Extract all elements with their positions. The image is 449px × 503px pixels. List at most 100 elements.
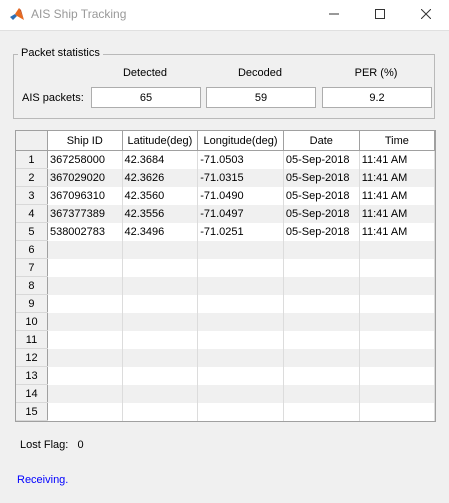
longitude-cell[interactable]: -71.0490 (197, 186, 284, 205)
date-cell[interactable]: 05-Sep-2018 (283, 204, 360, 223)
time-cell[interactable] (359, 402, 435, 421)
date-cell[interactable] (283, 366, 360, 385)
minimize-button[interactable] (311, 0, 357, 30)
time-cell[interactable] (359, 312, 435, 331)
table-row[interactable]: 5 538002783 42.3496 -71.0251 05-Sep-2018 11:4… (16, 222, 435, 241)
longitude-cell[interactable] (197, 384, 284, 403)
time-cell[interactable] (359, 384, 435, 403)
table-row[interactable]: 10 (16, 312, 435, 331)
time-cell[interactable] (359, 258, 435, 277)
date-cell[interactable] (283, 258, 360, 277)
longitude-cell[interactable] (197, 258, 284, 277)
time-cell[interactable]: 11:41 AM (359, 204, 435, 223)
latitude-cell[interactable] (122, 258, 199, 277)
latitude-cell[interactable]: 42.3684 (122, 150, 199, 169)
latitude-cell[interactable] (122, 348, 199, 367)
time-cell[interactable] (359, 366, 435, 385)
time-cell[interactable] (359, 240, 435, 259)
latitude-cell[interactable]: 42.3560 (122, 186, 199, 205)
date-cell[interactable] (283, 330, 360, 349)
detected-value-field[interactable]: 65 (91, 87, 201, 108)
latitude-cell[interactable] (122, 330, 199, 349)
latitude-cell[interactable]: 42.3626 (122, 168, 199, 187)
date-cell[interactable]: 05-Sep-2018 (283, 222, 360, 241)
decoded-value-field[interactable]: 59 (206, 87, 316, 108)
per-value-field[interactable]: 9.2 (322, 87, 432, 108)
longitude-cell[interactable] (197, 276, 284, 295)
longitude-cell[interactable] (197, 294, 284, 313)
table-row[interactable]: 8 (16, 276, 435, 295)
column-header-latitude[interactable]: Latitude(deg) (122, 131, 199, 151)
ship-id-cell[interactable] (47, 312, 123, 331)
ship-id-cell[interactable] (47, 402, 123, 421)
latitude-cell[interactable]: 42.3496 (122, 222, 199, 241)
longitude-cell[interactable] (197, 240, 284, 259)
table-row[interactable]: 6 (16, 240, 435, 259)
date-cell[interactable] (283, 240, 360, 259)
ship-id-cell[interactable]: 367096310 (47, 186, 123, 205)
table-row[interactable]: 13 (16, 366, 435, 385)
longitude-cell[interactable]: -71.0251 (197, 222, 284, 241)
longitude-cell[interactable] (197, 312, 284, 331)
ship-table[interactable]: Ship ID Latitude(deg) Longitude(deg) Dat… (15, 130, 436, 422)
ship-id-cell[interactable]: 367029020 (47, 168, 123, 187)
latitude-cell[interactable]: 42.3556 (122, 204, 199, 223)
date-cell[interactable]: 05-Sep-2018 (283, 150, 360, 169)
latitude-cell[interactable] (122, 312, 199, 331)
close-button[interactable] (403, 0, 449, 30)
table-row[interactable]: 9 (16, 294, 435, 313)
table-row[interactable]: 4 367377389 42.3556 -71.0497 05-Sep-2018 11:4… (16, 204, 435, 223)
ship-id-cell[interactable] (47, 276, 123, 295)
date-cell[interactable] (283, 348, 360, 367)
latitude-cell[interactable] (122, 384, 199, 403)
table-row[interactable]: 1 367258000 42.3684 -71.0503 05-Sep-2018 11:4… (16, 150, 435, 169)
ship-id-cell[interactable] (47, 258, 123, 277)
ship-id-cell[interactable]: 367258000 (47, 150, 123, 169)
column-header-ship-id[interactable]: Ship ID (47, 131, 123, 151)
time-cell[interactable]: 11:41 AM (359, 168, 435, 187)
time-cell[interactable] (359, 294, 435, 313)
latitude-cell[interactable] (122, 294, 199, 313)
ship-id-cell[interactable] (47, 294, 123, 313)
date-cell[interactable] (283, 276, 360, 295)
table-row[interactable]: 2 367029020 42.3626 -71.0315 05-Sep-2018 11:4… (16, 168, 435, 187)
date-cell[interactable] (283, 294, 360, 313)
longitude-cell[interactable]: -71.0497 (197, 204, 284, 223)
time-cell[interactable]: 11:41 AM (359, 150, 435, 169)
date-cell[interactable]: 05-Sep-2018 (283, 186, 360, 205)
ship-id-cell[interactable]: 367377389 (47, 204, 123, 223)
time-cell[interactable]: 11:41 AM (359, 186, 435, 205)
latitude-cell[interactable] (122, 276, 199, 295)
latitude-cell[interactable] (122, 402, 199, 421)
date-cell[interactable] (283, 402, 360, 421)
table-row[interactable]: 3 367096310 42.3560 -71.0490 05-Sep-2018 11:4… (16, 186, 435, 205)
table-row[interactable]: 12 (16, 348, 435, 367)
date-cell[interactable]: 05-Sep-2018 (283, 168, 360, 187)
time-cell[interactable] (359, 330, 435, 349)
longitude-cell[interactable]: -71.0503 (197, 150, 284, 169)
maximize-button[interactable] (357, 0, 403, 30)
longitude-cell[interactable] (197, 348, 284, 367)
table-row[interactable]: 15 (16, 402, 435, 421)
longitude-cell[interactable]: -71.0315 (197, 168, 284, 187)
date-cell[interactable] (283, 312, 360, 331)
time-cell[interactable] (359, 348, 435, 367)
latitude-cell[interactable] (122, 240, 199, 259)
time-cell[interactable]: 11:41 AM (359, 222, 435, 241)
column-header-time[interactable]: Time (359, 131, 435, 151)
longitude-cell[interactable] (197, 402, 284, 421)
ship-id-cell[interactable] (47, 384, 123, 403)
table-row[interactable]: 7 (16, 258, 435, 277)
longitude-cell[interactable] (197, 330, 284, 349)
latitude-cell[interactable] (122, 366, 199, 385)
ship-id-cell[interactable] (47, 366, 123, 385)
table-row[interactable]: 11 (16, 330, 435, 349)
ship-id-cell[interactable] (47, 348, 123, 367)
time-cell[interactable] (359, 276, 435, 295)
column-header-date[interactable]: Date (283, 131, 360, 151)
column-header-longitude[interactable]: Longitude(deg) (197, 131, 284, 151)
ship-id-cell[interactable] (47, 240, 123, 259)
ship-id-cell[interactable] (47, 330, 123, 349)
table-row[interactable]: 14 (16, 384, 435, 403)
longitude-cell[interactable] (197, 366, 284, 385)
